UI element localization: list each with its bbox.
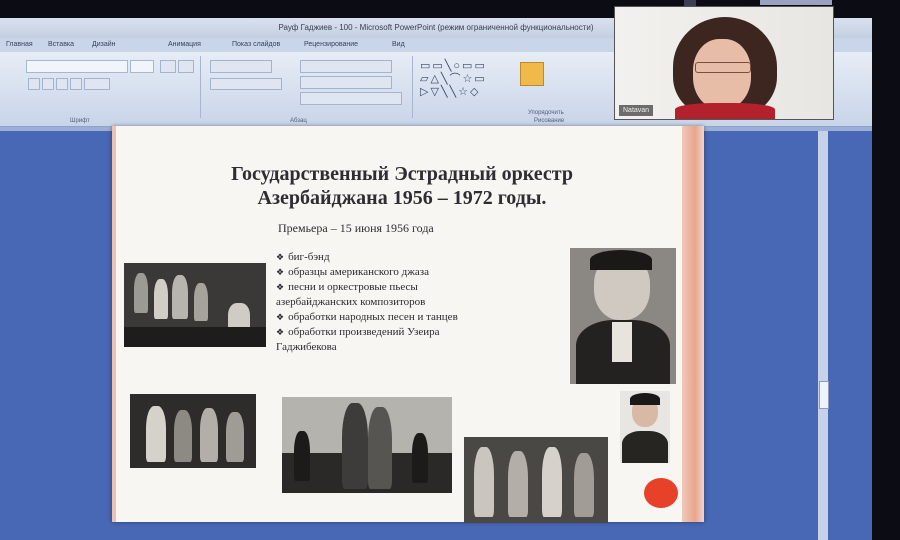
ribbon-separator (412, 56, 413, 118)
slide-canvas: Государственный Эстрадный оркестр Азерба… (112, 126, 704, 523)
shrink-font-button[interactable] (178, 60, 194, 73)
bullet-item: ❖ биг-бэнд (276, 251, 330, 263)
tab-review[interactable]: Рецензирование (304, 41, 358, 48)
align-buttons[interactable] (210, 78, 282, 90)
shapes-gallery-icon[interactable]: ▭▭╲○▭▭ ▱△╲⌒☆▭ ▷▽╲╲☆◇ (420, 60, 516, 112)
band-on-stage-photo (464, 437, 608, 523)
slide-title-line1: Государственный Эстрадный оркестр (231, 163, 573, 185)
singer-portrait-photo (620, 391, 670, 463)
participant-glasses (695, 62, 751, 73)
list-buttons[interactable] (210, 60, 272, 73)
participant-face (693, 39, 751, 109)
bullet-item: ❖ образцы американского джаза (276, 266, 429, 278)
bullet-list: ❖ биг-бэнд ❖ образцы американского джаза ❖… (276, 250, 576, 355)
arrange-icon[interactable] (520, 62, 544, 86)
text-direction-button[interactable] (300, 60, 392, 73)
font-color-button[interactable] (84, 78, 110, 90)
underline-button[interactable] (56, 78, 68, 90)
diamond-bullet-icon: ❖ (276, 312, 285, 322)
tab-animation[interactable]: Анимация (168, 41, 201, 48)
bullet-item: ❖ обработки произведений Узеира (276, 326, 440, 338)
font-name-box[interactable] (26, 60, 128, 73)
orchestra-rehearsal-photo (124, 263, 266, 347)
participant-name-label: Natavan (619, 105, 654, 116)
slide-left-stripe (112, 126, 116, 522)
smartart-button[interactable] (300, 92, 402, 105)
font-size-box[interactable] (130, 60, 154, 73)
scroll-thumb[interactable] (819, 381, 829, 409)
arrange-label: Упорядочить (528, 110, 564, 116)
webcam-header-bar (760, 0, 832, 5)
italic-button[interactable] (42, 78, 54, 90)
diamond-bullet-icon: ❖ (276, 327, 285, 337)
align-text-button[interactable] (300, 76, 392, 89)
strike-button[interactable] (70, 78, 82, 90)
slide-title-line2: Азербайджана 1956 – 1972 годы. (257, 187, 547, 209)
band-musicians-photo (130, 394, 256, 468)
bullet-item: ❖ песни и оркестровые пьесы (276, 281, 418, 293)
slide-decor-stripe (682, 126, 704, 522)
bullet-item: ❖ обработки народных песен и танцев (276, 311, 458, 323)
tab-slideshow[interactable]: Показ слайдов (232, 41, 280, 48)
participant-shirt (675, 103, 775, 119)
ribbon-separator (200, 56, 201, 118)
bullet-item: Гаджибекова (276, 341, 337, 353)
tab-insert[interactable]: Вставка (48, 41, 74, 48)
conductor-portrait-photo (570, 248, 676, 384)
diamond-bullet-icon: ❖ (276, 252, 285, 262)
tab-view[interactable]: Вид (392, 41, 405, 48)
slide-title: Государственный Эстрадный оркестр Азерба… (142, 162, 662, 210)
accent-circle (644, 478, 678, 508)
stage-performance-photo (282, 397, 452, 493)
bullet-item: азербайджанских композиторов (276, 296, 426, 308)
group-drawing-label: Рисование (534, 118, 565, 124)
diamond-bullet-icon: ❖ (276, 282, 285, 292)
tab-design[interactable]: Дизайн (92, 41, 116, 48)
tab-home[interactable]: Главная (6, 41, 33, 48)
diamond-bullet-icon: ❖ (276, 267, 285, 277)
slide-subtitle: Премьера – 15 июня 1956 года (278, 221, 434, 235)
bold-button[interactable] (28, 78, 40, 90)
webcam-video-tile[interactable]: Natavan (614, 6, 834, 120)
group-paragraph-label: Абзац (290, 118, 307, 124)
vertical-scrollbar[interactable] (818, 131, 829, 540)
group-font-label: Шрифт (70, 118, 90, 124)
grow-font-button[interactable] (160, 60, 176, 73)
